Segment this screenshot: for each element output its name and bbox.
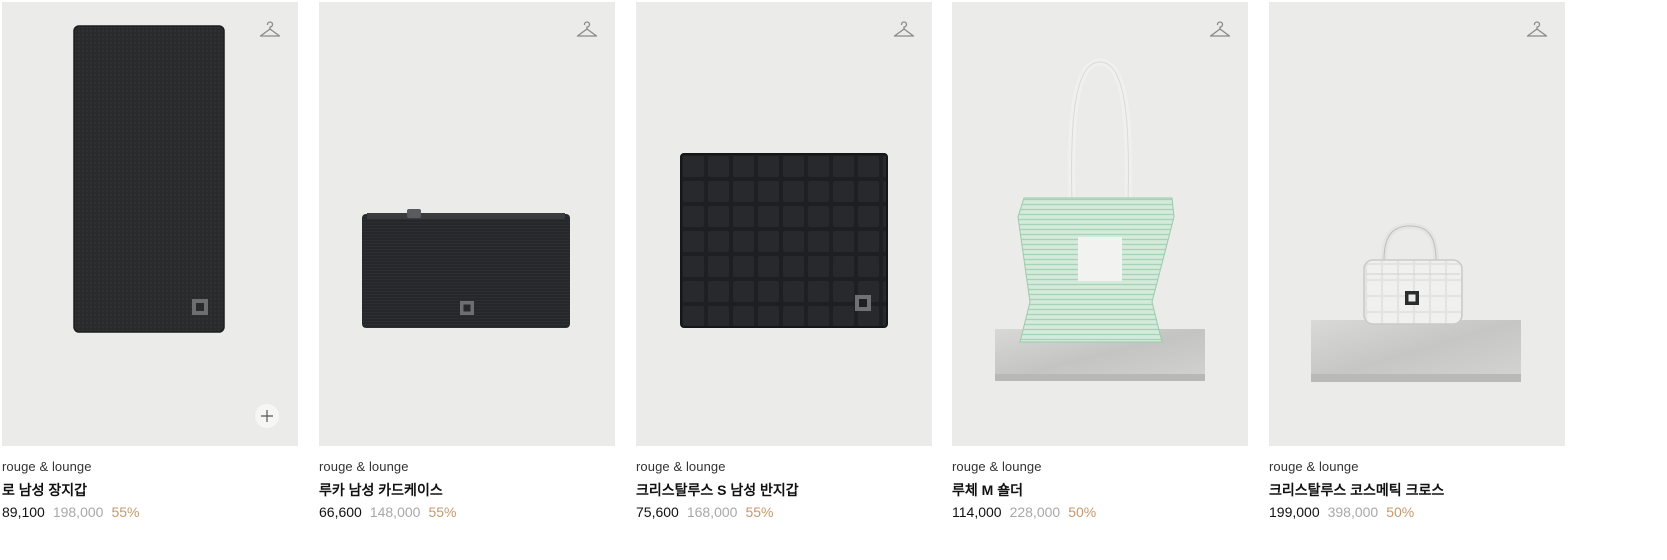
long-wallet-image (73, 25, 225, 333)
discount-rate: 55% (745, 504, 774, 520)
product-card[interactable]: rouge & lounge 루카 남성 카드케이스 66,600 148,000… (319, 0, 615, 522)
sale-price: 114,000 (952, 504, 1002, 520)
card-case-image (362, 209, 570, 328)
plus-icon[interactable] (255, 404, 279, 428)
product-card[interactable]: rouge & lounge 루체 M 숄더 114,000 228,000 50% (952, 0, 1248, 522)
hanger-icon[interactable] (1525, 18, 1549, 42)
discount-rate: 55% (111, 504, 140, 520)
discount-rate: 50% (1068, 504, 1097, 520)
product-thumbnail[interactable] (952, 2, 1248, 446)
sale-price: 66,600 (319, 504, 362, 520)
original-price: 148,000 (369, 504, 421, 520)
price-row: 75,600 168,000 55% (636, 502, 932, 522)
hanger-icon[interactable] (575, 18, 599, 42)
product-thumbnail[interactable] (636, 2, 932, 446)
product-info: rouge & lounge 크리스탈루스 코스메틱 크로스 199,000 39… (1269, 446, 1565, 522)
product-info: rouge & lounge 로 남성 장지갑 89,100 198,000 55% (2, 446, 298, 522)
sale-price: 199,000 (1269, 504, 1320, 520)
product-card[interactable]: rouge & lounge 크리스탈루스 S 남성 반지갑 75,600 168… (636, 0, 932, 522)
product-name[interactable]: 루체 M 숄더 (952, 480, 1248, 500)
brand-name: rouge & lounge (2, 459, 92, 474)
product-thumbnail[interactable] (2, 2, 298, 446)
product-thumbnail[interactable] (1269, 2, 1565, 446)
product-name[interactable]: 크리스탈루스 코스메틱 크로스 (1269, 480, 1565, 500)
hanger-icon[interactable] (892, 18, 916, 42)
product-name[interactable]: 로 남성 장지갑 (2, 480, 298, 500)
sale-price: 75,600 (636, 504, 679, 520)
product-thumbnail[interactable] (319, 2, 615, 446)
discount-rate: 50% (1386, 504, 1415, 520)
product-info: rouge & lounge 루체 M 숄더 114,000 228,000 50% (952, 446, 1248, 522)
product-name[interactable]: 크리스탈루스 S 남성 반지갑 (636, 480, 932, 500)
cosmetic-bag-image (1311, 222, 1521, 382)
original-price: 168,000 (686, 504, 738, 520)
bifold-wallet-image (680, 153, 888, 328)
price-row: 89,100 198,000 55% (2, 502, 298, 522)
discount-rate: 55% (428, 504, 457, 520)
original-price: 398,000 (1327, 504, 1379, 520)
hanger-icon[interactable] (258, 18, 282, 42)
product-info: rouge & lounge 크리스탈루스 S 남성 반지갑 75,600 168… (636, 446, 932, 522)
brand-name: rouge & lounge (319, 459, 409, 474)
product-card[interactable]: rouge & lounge 크리스탈루스 코스메틱 크로스 199,000 39… (1269, 0, 1565, 522)
shoulder-bag-image (995, 58, 1205, 381)
brand-name: rouge & lounge (1269, 459, 1359, 474)
product-card[interactable]: rouge & lounge 로 남성 장지갑 89,100 198,000 55% (2, 0, 298, 522)
brand-name: rouge & lounge (636, 459, 726, 474)
brand-name: rouge & lounge (952, 459, 1042, 474)
price-row: 114,000 228,000 50% (952, 502, 1248, 522)
hanger-icon[interactable] (1208, 18, 1232, 42)
sale-price: 89,100 (2, 504, 45, 520)
original-price: 198,000 (52, 504, 104, 520)
product-info: rouge & lounge 루카 남성 카드케이스 66,600 148,000… (319, 446, 615, 522)
product-name[interactable]: 루카 남성 카드케이스 (319, 480, 615, 500)
price-row: 66,600 148,000 55% (319, 502, 615, 522)
price-row: 199,000 398,000 50% (1269, 502, 1565, 522)
product-grid: rouge & lounge 로 남성 장지갑 89,100 198,000 55% (0, 0, 1667, 560)
original-price: 228,000 (1009, 504, 1061, 520)
